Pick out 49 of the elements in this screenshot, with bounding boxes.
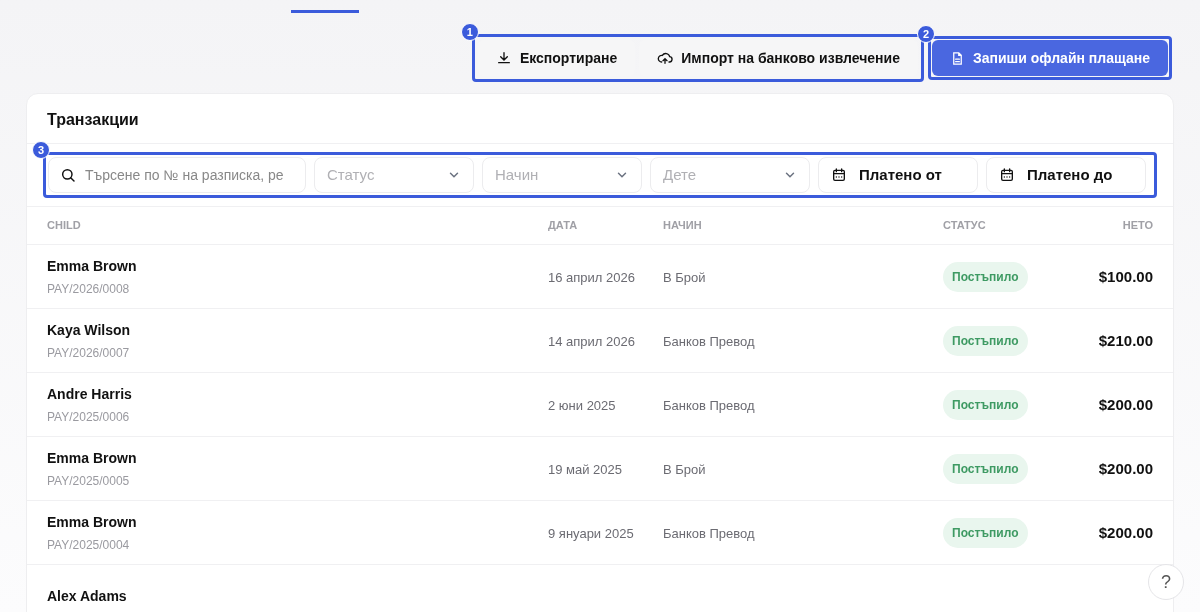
help-button[interactable]: ? xyxy=(1148,564,1184,600)
net-amount: $210.00 xyxy=(1098,331,1153,349)
column-header: НЕТО xyxy=(1121,218,1153,234)
date-filter-button[interactable]: Платено от xyxy=(818,157,978,193)
date-cell: 19 май 2025 xyxy=(548,461,623,477)
method-cell: Банков Превод xyxy=(663,397,755,413)
receipt-number: PAY/2025/0004 xyxy=(47,536,131,554)
child-name: Alex Adams xyxy=(47,587,128,606)
method-cell: Банков Превод xyxy=(663,525,755,541)
cloud-upload-icon xyxy=(657,50,674,66)
column-header: CHILD xyxy=(47,218,82,234)
search-field[interactable]: Търсене по № на разписка, ре xyxy=(48,157,306,193)
net-amount: $100.00 xyxy=(1098,267,1153,285)
annotation-marker: 1 xyxy=(460,23,479,41)
child-name: Andre Harris xyxy=(47,384,133,404)
download-icon xyxy=(495,50,512,66)
net-amount: $200.00 xyxy=(1098,395,1153,413)
receipt-number: PAY/2025/0006 xyxy=(47,408,131,426)
calendar-icon xyxy=(999,167,1015,183)
status-badge: Постъпило xyxy=(943,453,1028,484)
calendar-icon xyxy=(831,167,847,183)
status-badge: Постъпило xyxy=(943,261,1028,292)
record-payment-button[interactable]: Запиши офлайн плащане xyxy=(931,40,1168,76)
date-cell: 9 януари 2025 xyxy=(548,525,634,541)
annotation-marker: 3 xyxy=(32,141,50,159)
column-header: ДАТА xyxy=(548,218,579,234)
status-badge: Постъпило xyxy=(943,517,1028,548)
column-header: СТАТУС xyxy=(943,218,987,234)
receipt-number: PAY/2025/0005 xyxy=(47,472,131,490)
net-amount: $200.00 xyxy=(1098,523,1153,541)
annotation-marker: 2 xyxy=(916,25,935,43)
method-cell: Банков Превод xyxy=(663,333,755,349)
column-header: НАЧИН xyxy=(663,218,703,234)
card-title: Транзакции xyxy=(47,110,140,130)
child-name: Emma Brown xyxy=(47,448,138,468)
method-cell: В Брой xyxy=(663,461,706,477)
date-filter-button[interactable]: Платено до xyxy=(986,157,1146,193)
receipt-number: PAY/2026/0008 xyxy=(47,280,131,298)
child-name: Kaya Wilson xyxy=(47,320,132,340)
child-name: Emma Brown xyxy=(47,256,138,276)
child-name: Emma Brown xyxy=(47,512,138,532)
date-cell: 2 юни 2025 xyxy=(548,397,616,413)
method-cell: В Брой xyxy=(663,269,706,285)
status-badge: Постъпило xyxy=(943,389,1028,420)
receipt-number: PAY/2026/0007 xyxy=(47,344,131,362)
status-badge: Постъпило xyxy=(943,325,1028,356)
date-cell: 16 април 2026 xyxy=(548,269,635,285)
net-amount: $200.00 xyxy=(1098,459,1153,477)
date-cell: 14 април 2026 xyxy=(548,333,635,349)
